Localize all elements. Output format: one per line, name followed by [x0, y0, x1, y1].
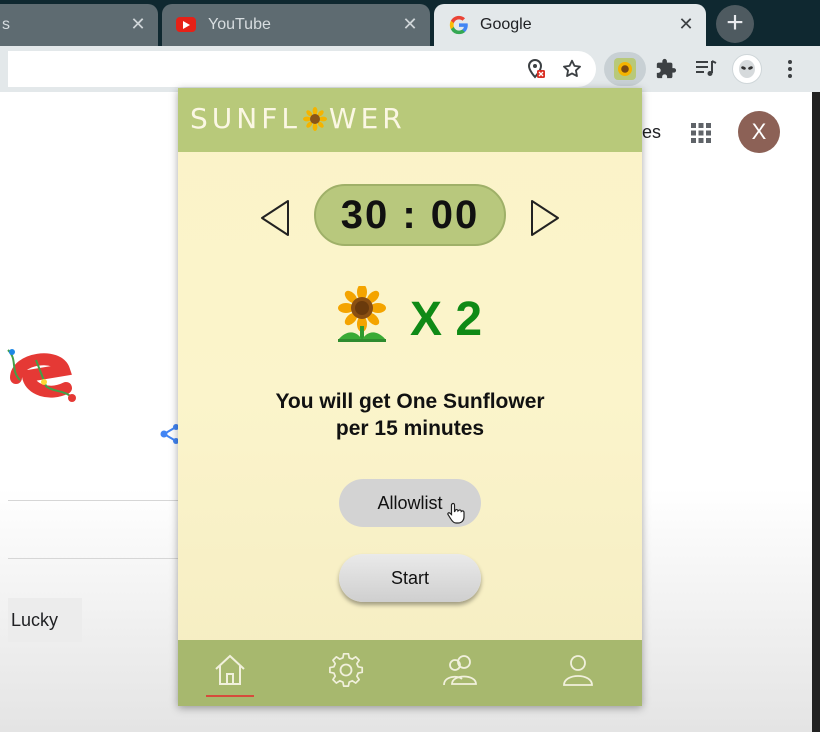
nav-friends[interactable]	[442, 650, 482, 690]
sunflower-extension-button[interactable]	[604, 52, 646, 86]
sunflower-extension-icon	[614, 58, 636, 80]
nav-settings[interactable]	[326, 650, 366, 690]
extensions-puzzle-icon[interactable]	[652, 55, 680, 83]
sunflower-logo-icon	[302, 106, 327, 131]
window-edge	[812, 92, 820, 732]
more-menu-icon[interactable]	[776, 55, 804, 83]
address-bar[interactable]	[8, 51, 596, 87]
tab-strip: s ✕ YouTube ✕ Google ✕ +	[0, 0, 820, 46]
friends-icon	[443, 655, 477, 686]
timer-display: 30 : 00	[314, 184, 506, 246]
brand-text-left: SUNFL	[190, 102, 301, 135]
close-icon[interactable]: ✕	[676, 14, 696, 34]
apps-grid-icon[interactable]	[690, 122, 712, 144]
browser-toolbar	[0, 46, 820, 92]
tab-partial[interactable]: s ✕	[0, 4, 158, 46]
info-text: You will get One Sunflower per 15 minute…	[218, 388, 602, 442]
nav-profile[interactable]	[558, 650, 598, 690]
reward-multiplier: X 2	[410, 293, 483, 346]
profile-avatar[interactable]	[732, 54, 762, 84]
close-icon[interactable]: ✕	[128, 14, 148, 34]
tab-google[interactable]: Google ✕	[434, 4, 706, 46]
hand-cursor-icon	[447, 502, 465, 524]
brand-text-right: WER	[328, 102, 406, 135]
brand-logo: SUNFL WER	[190, 102, 406, 135]
start-button[interactable]: Start	[339, 554, 481, 602]
media-queue-icon[interactable]	[692, 55, 720, 83]
divider	[8, 558, 178, 559]
divider	[8, 500, 178, 501]
tab-google-label: Google	[480, 16, 532, 33]
location-blocked-icon[interactable]	[522, 55, 550, 83]
decrease-time-arrow-icon[interactable]	[258, 198, 292, 238]
info-line-2: per 15 minutes	[335, 417, 485, 440]
profile-icon	[563, 655, 593, 686]
youtube-icon	[176, 17, 196, 32]
feeling-lucky-button[interactable]: Lucky	[8, 598, 82, 642]
doodle-letter-e	[7, 349, 76, 402]
home-icon	[215, 654, 245, 685]
new-tab-button[interactable]: +	[716, 5, 754, 43]
nav-home[interactable]	[210, 650, 250, 690]
active-tab-indicator	[206, 695, 254, 697]
sunflower-popup: SUNFL WER 30 : 00 X 2 You will get One S…	[178, 88, 642, 706]
images-link-partial[interactable]: es	[642, 122, 661, 143]
bottom-nav	[178, 640, 642, 706]
close-icon[interactable]: ✕	[400, 14, 420, 34]
bookmark-star-icon[interactable]	[558, 55, 586, 83]
tab-youtube[interactable]: YouTube ✕	[162, 4, 430, 46]
tab-partial-label: s	[2, 16, 10, 33]
popup-header: SUNFL WER	[178, 88, 642, 152]
info-line-1: You will get One Sunflower	[275, 390, 545, 413]
alien-avatar-icon	[739, 60, 755, 78]
google-account-avatar[interactable]: X	[738, 111, 780, 153]
tab-youtube-label: YouTube	[208, 16, 271, 33]
increase-time-arrow-icon[interactable]	[528, 198, 562, 238]
settings-gear-icon	[329, 652, 364, 687]
google-icon	[449, 15, 468, 35]
